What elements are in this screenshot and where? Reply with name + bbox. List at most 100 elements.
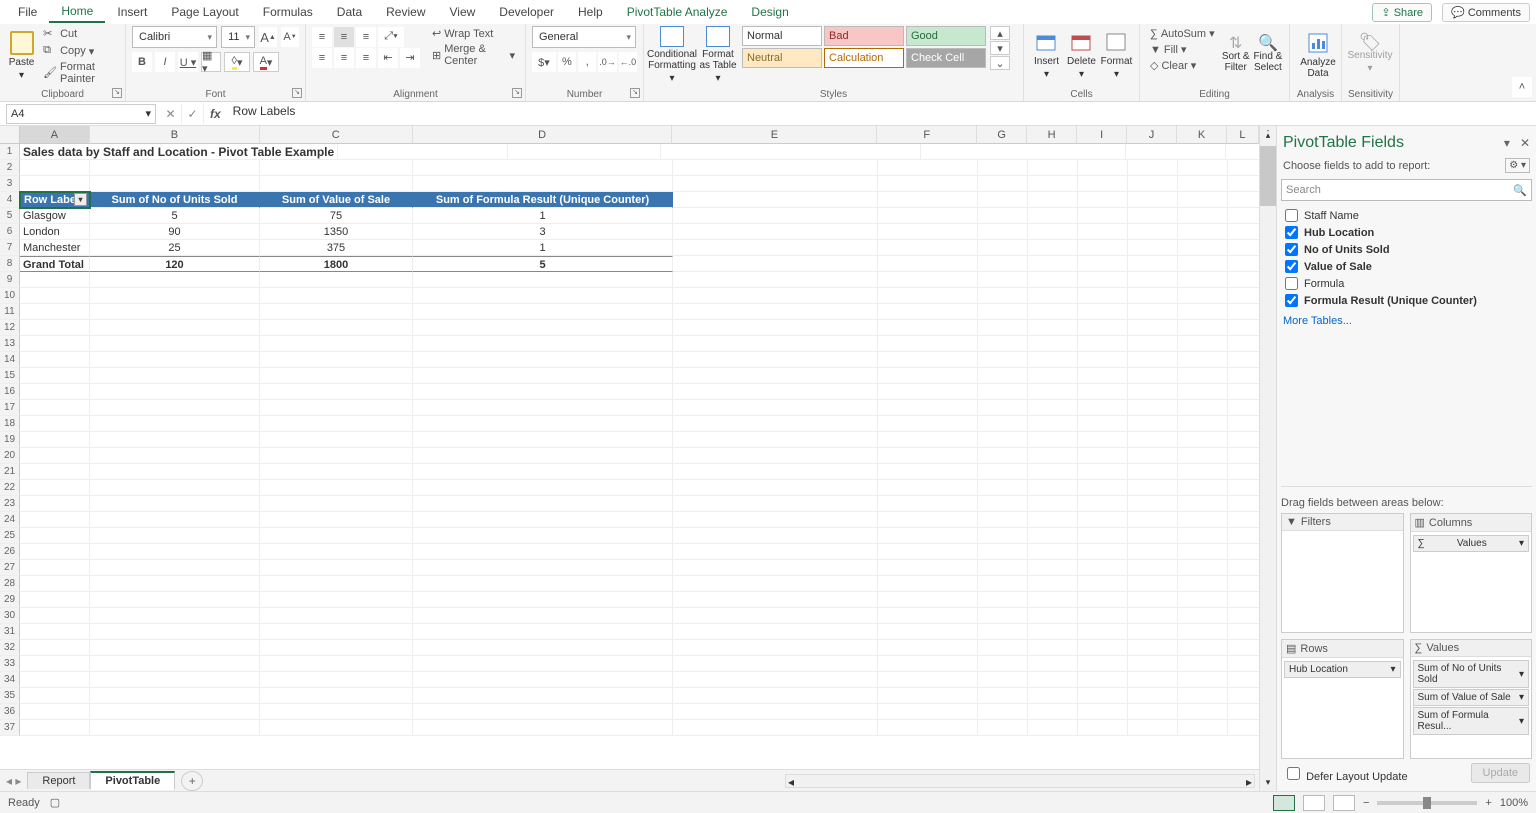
cell[interactable] [1128,448,1178,464]
row-28[interactable]: 28 [0,576,20,592]
cell[interactable] [1178,704,1228,720]
cell[interactable] [673,384,878,400]
format-cells-button[interactable]: Format▾ [1100,26,1133,84]
cell[interactable] [260,336,413,352]
pane-close-button[interactable]: ✕ [1520,136,1530,150]
style-calculation[interactable]: Calculation [824,48,904,68]
cell[interactable] [1028,272,1078,288]
cell[interactable] [413,352,673,368]
comma-button[interactable]: , [578,52,596,72]
cell[interactable] [1228,160,1259,176]
cell[interactable] [413,560,673,576]
cell[interactable] [20,720,90,736]
fill-button[interactable]: ▼Fill ▾ [1146,42,1219,57]
wrap-text-button[interactable]: ↩Wrap Text [428,26,519,41]
cell[interactable] [90,464,260,480]
fx-icon[interactable]: fx [204,107,227,121]
cell[interactable] [673,608,878,624]
cell[interactable] [673,576,878,592]
tab-home[interactable]: Home [49,1,105,23]
cell[interactable] [260,352,413,368]
analyze-data-button[interactable]: Analyze Data [1296,26,1340,84]
cell[interactable] [1078,496,1128,512]
col-C[interactable]: C [260,126,413,144]
cell[interactable] [90,672,260,688]
cell[interactable] [260,496,413,512]
cell[interactable] [1128,288,1178,304]
cell[interactable] [413,320,673,336]
cell[interactable]: 1800 [260,256,413,272]
cell[interactable]: London [20,224,90,240]
cell[interactable] [1228,592,1259,608]
cell[interactable] [978,400,1028,416]
font-size-select[interactable]: 11 [221,26,255,48]
cell[interactable] [1128,304,1178,320]
cell[interactable] [1178,688,1228,704]
row-13[interactable]: 13 [0,336,20,352]
row-20[interactable]: 20 [0,448,20,464]
cell[interactable] [1128,176,1178,192]
cell[interactable] [1078,304,1128,320]
align-top-button[interactable]: ≡ [312,27,332,47]
font-name-select[interactable]: Calibri [132,26,217,48]
cell[interactable] [260,512,413,528]
row-1[interactable]: 1 [0,144,20,160]
area-values[interactable]: ∑Values Sum of No of Units Sold▾Sum of V… [1410,639,1533,759]
row-11[interactable]: 11 [0,304,20,320]
copy-button[interactable]: Copy ▾ [39,43,119,59]
cell[interactable] [1178,544,1228,560]
font-color-button[interactable]: A▾ [253,52,279,72]
cell[interactable] [1078,720,1128,736]
cell[interactable] [90,496,260,512]
field-item[interactable]: No of Units Sold [1283,241,1530,258]
cell[interactable] [1228,720,1259,736]
cell[interactable] [20,288,90,304]
cell[interactable]: Glasgow [20,208,90,224]
cell[interactable] [413,272,673,288]
cell[interactable] [1078,544,1128,560]
cell[interactable] [90,304,260,320]
orientation-button[interactable]: ⤢▾ [378,27,404,47]
cell[interactable] [878,496,978,512]
cell[interactable] [978,240,1028,256]
cell[interactable] [413,656,673,672]
row-8[interactable]: 8 [0,256,20,272]
cell[interactable] [1078,272,1128,288]
cell[interactable] [1128,720,1178,736]
cell[interactable] [978,544,1028,560]
row-36[interactable]: 36 [0,704,20,720]
cell[interactable]: 5 [413,256,673,272]
cell[interactable] [90,416,260,432]
cell[interactable] [1228,192,1259,208]
cell[interactable] [1228,656,1259,672]
cell[interactable] [878,304,978,320]
row-37[interactable]: 37 [0,720,20,736]
decrease-decimal-button[interactable]: ←.0 [619,52,637,72]
cell[interactable] [878,256,978,272]
cell[interactable] [413,160,673,176]
cut-button[interactable]: Cut [39,26,119,42]
cell[interactable] [1128,384,1178,400]
cell[interactable] [90,608,260,624]
area-item[interactable]: Sum of No of Units Sold▾ [1413,660,1530,688]
cell[interactable] [878,288,978,304]
cell[interactable] [1228,352,1259,368]
cell[interactable] [1178,224,1228,240]
cell[interactable] [1178,592,1228,608]
cell[interactable] [90,368,260,384]
cell[interactable] [413,336,673,352]
cell[interactable] [1228,688,1259,704]
cell[interactable] [260,176,413,192]
cell[interactable] [1228,544,1259,560]
cell[interactable] [1128,160,1178,176]
cell[interactable] [1128,592,1178,608]
row-25[interactable]: 25 [0,528,20,544]
cell[interactable] [1078,704,1128,720]
format-painter-button[interactable]: Format Painter [39,60,119,86]
cell[interactable] [20,352,90,368]
cell[interactable] [90,384,260,400]
cell[interactable] [978,656,1028,672]
cell[interactable] [1228,432,1259,448]
cell[interactable] [878,384,978,400]
cell[interactable] [1178,272,1228,288]
